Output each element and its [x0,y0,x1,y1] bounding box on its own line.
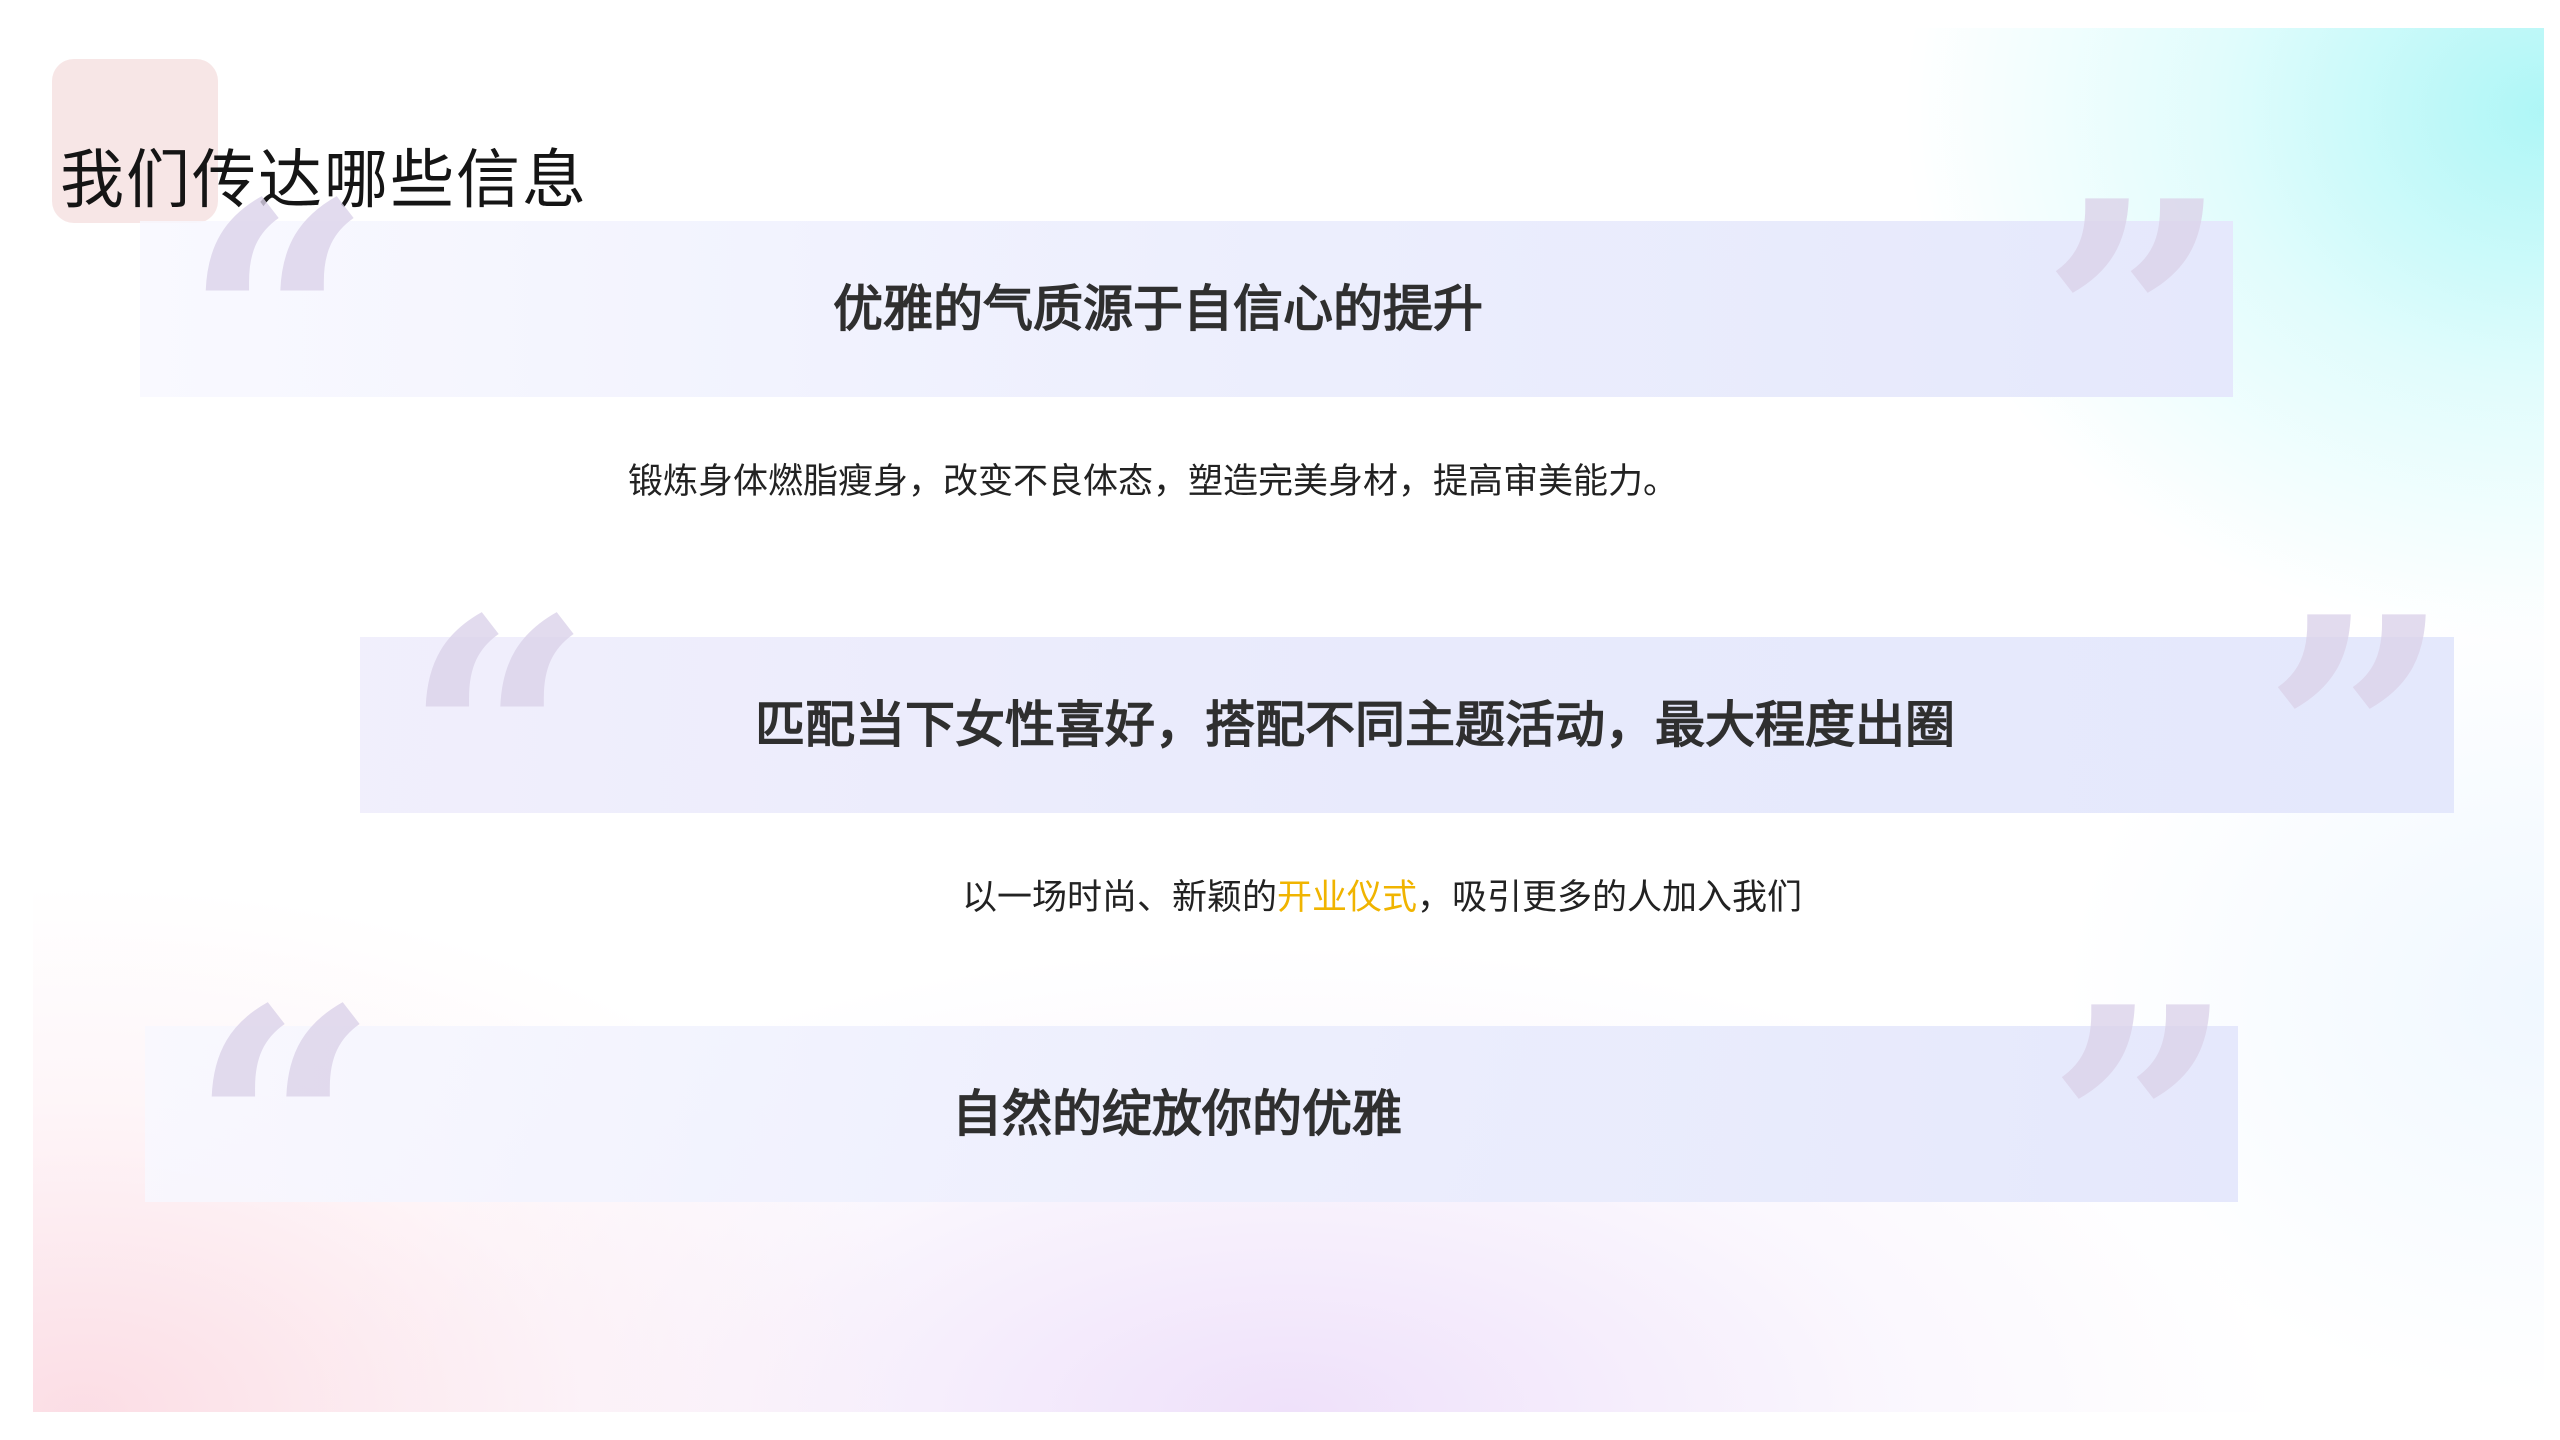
section-2-body-after: ，吸引更多的人加入我们 [1417,878,1803,918]
close-quote-icon: ” [2046,935,2236,1323]
close-quote-icon: ” [2262,545,2452,933]
highlight-text: 开业仪式 [1277,878,1418,918]
close-quote-icon: ” [2040,129,2230,517]
section-2-heading: 匹配当下女性喜好，搭配不同主题活动，最大程度出圈 [755,696,1955,754]
section-2-body: 以一场时尚、新颖的开业仪式，吸引更多的人加入我们 [962,876,1802,920]
slide: 我们传达哪些信息 优雅的气质源于自信心的提升 “ ” 锻炼身体燃脂瘦身，改变不良… [0,0,2560,1440]
open-quote-icon: “ [189,937,379,1325]
quote-band-3: 自然的绽放你的优雅 [145,1026,2238,1202]
section-2-body-before: 以一场时尚、新颖的 [962,878,1278,918]
section-1-body: 锻炼身体燃脂瘦身，改变不良体态，塑造完美身材，提高审美能力。 [628,462,1679,502]
section-1-heading: 优雅的气质源于自信心的提升 [833,280,1483,338]
section-3-heading: 自然的绽放你的优雅 [952,1085,1402,1143]
quote-band-2: 匹配当下女性喜好，搭配不同主题活动，最大程度出圈 [360,637,2454,813]
open-quote-icon: “ [403,547,593,935]
open-quote-icon: “ [183,131,373,519]
quote-band-1: 优雅的气质源于自信心的提升 [140,221,2233,397]
